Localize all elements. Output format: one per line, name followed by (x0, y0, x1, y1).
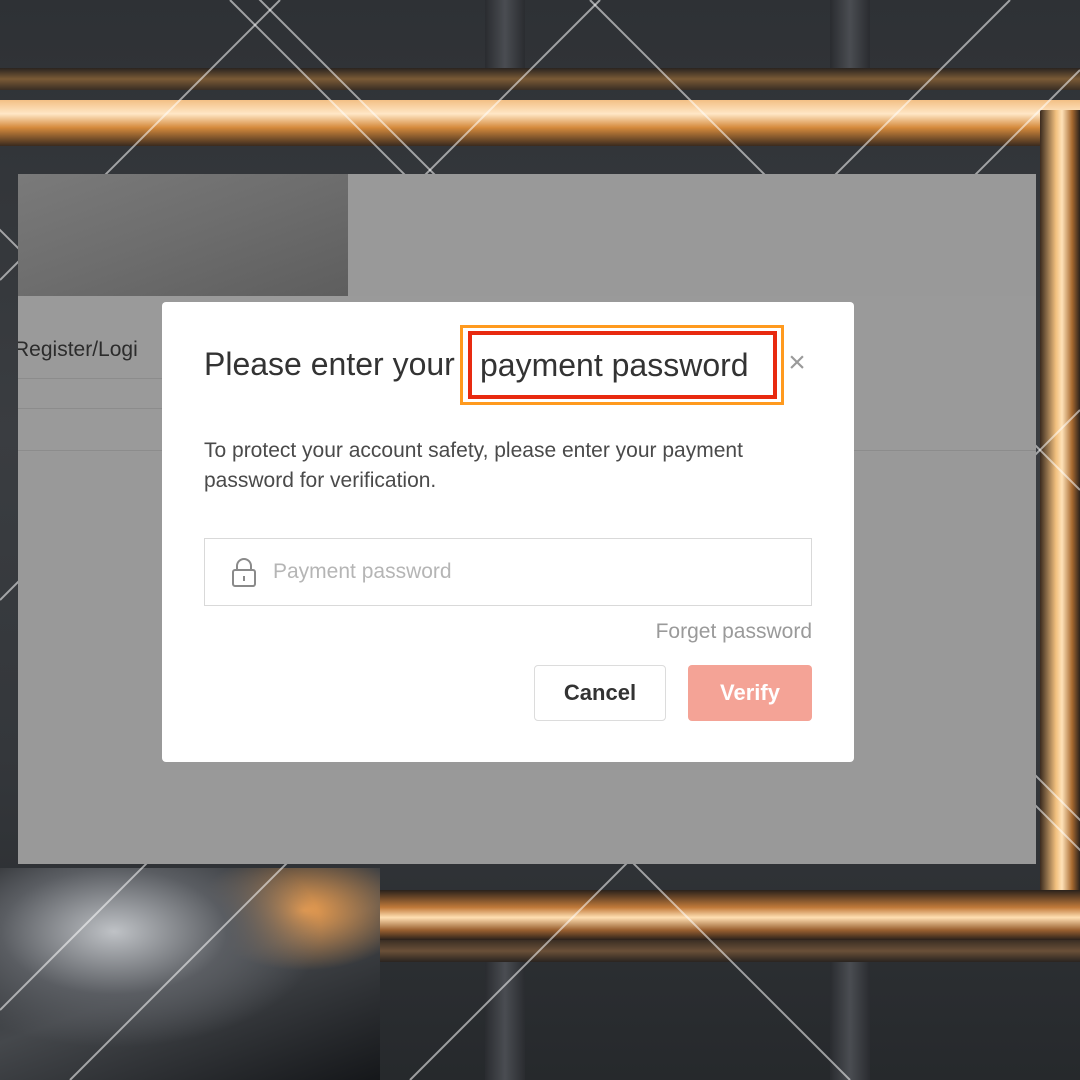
register-login-link[interactable]: Register/Logi (18, 338, 138, 362)
payment-password-dialog: Please enter your payment password × To … (162, 302, 854, 762)
divider (18, 378, 168, 379)
forget-password-link[interactable]: Forget password (656, 620, 812, 644)
banner-image (18, 174, 348, 296)
dialog-title: Please enter your (204, 346, 455, 383)
payment-password-field[interactable] (204, 538, 812, 606)
dialog-title-highlight: payment password (480, 346, 749, 383)
close-icon[interactable]: × (784, 348, 810, 378)
dialog-description: To protect your account safety, please e… (204, 439, 743, 492)
lock-icon (232, 558, 256, 587)
payment-password-input[interactable] (271, 559, 755, 585)
divider (18, 408, 168, 409)
highlight-outline-inner: payment password (468, 331, 777, 399)
verify-button[interactable]: Verify (688, 665, 812, 721)
dialog-title-prefix: Please enter your (204, 346, 455, 382)
cancel-button[interactable]: Cancel (534, 665, 666, 721)
